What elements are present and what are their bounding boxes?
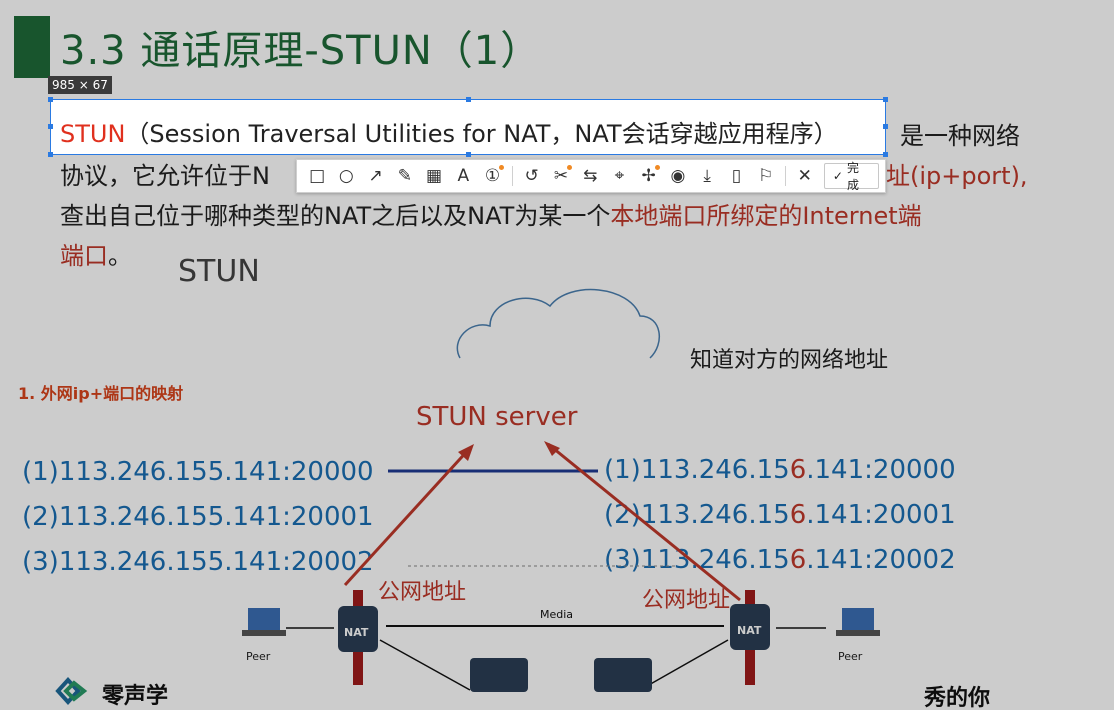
rectangle-icon[interactable]: □	[303, 162, 331, 190]
resize-handle-t[interactable]	[466, 97, 471, 102]
undo-icon[interactable]: ↺	[518, 162, 546, 190]
brand-name: 零声学	[102, 684, 169, 709]
bookmark-icon[interactable]: ⚐	[751, 162, 779, 190]
selection-size-badge: 985 × 67	[48, 76, 112, 94]
new-feature-dot	[654, 165, 660, 170]
resize-handle-br[interactable]	[883, 152, 888, 157]
peer-label-right: Peer	[838, 650, 863, 663]
pen-icon[interactable]: ✎	[391, 162, 419, 190]
footer-right-text: 秀的你	[924, 686, 991, 711]
record-icon[interactable]: ◉	[664, 162, 692, 190]
toolbar-separator	[511, 166, 513, 186]
resize-handle-bl[interactable]	[48, 152, 53, 157]
new-feature-dot	[567, 165, 573, 170]
number-icon[interactable]: ①	[478, 162, 506, 190]
peer-label-left: Peer	[246, 650, 271, 663]
translate-icon[interactable]: ⇆	[576, 162, 604, 190]
resize-handle-b[interactable]	[466, 152, 471, 157]
mosaic-icon[interactable]: ▦	[420, 162, 448, 190]
download-icon[interactable]: ⤓	[693, 162, 721, 190]
resize-handle-l[interactable]	[48, 124, 53, 129]
brand-logo-icon	[48, 676, 88, 706]
resize-handle-tl[interactable]	[48, 97, 53, 102]
pin-icon-glyph: ✢	[641, 166, 656, 186]
text-icon[interactable]: A	[449, 162, 477, 190]
new-feature-dot	[498, 165, 504, 170]
media-label: Media	[540, 608, 574, 621]
resize-handle-tr[interactable]	[883, 97, 888, 102]
nat-label-right: NAT	[737, 624, 762, 637]
resize-handle-r[interactable]	[883, 124, 888, 129]
screenshot-toolbar: □ ○ ↗ ✎ ▦ A ① ↺ ✂ ⇆ ⌖ ✢ ◉ ⤓ ▯ ⚐ ✕ ✓ 完成	[296, 159, 886, 193]
check-icon: ✓	[832, 169, 843, 183]
selected-text: STUN（Session Traversal Utilities for NAT…	[60, 114, 838, 149]
arrow-icon[interactable]: ↗	[361, 162, 389, 190]
pin-icon[interactable]: ✢	[635, 162, 663, 190]
done-label: 完成	[846, 161, 859, 192]
toolbar-separator	[784, 166, 786, 186]
public-addr-right: 公网地址	[642, 588, 731, 613]
nat-label-left: NAT	[344, 626, 369, 639]
selection-region[interactable]: STUN（Session Traversal Utilities for NAT…	[48, 97, 888, 157]
phone-icon[interactable]: ▯	[722, 162, 750, 190]
selected-text-stun: STUN	[60, 120, 126, 148]
selected-text-rest: （Session Traversal Utilities for NAT，NAT…	[125, 120, 838, 148]
done-button[interactable]: ✓ 完成	[823, 161, 879, 192]
number-icon-glyph: ①	[484, 166, 501, 186]
extract-icon-glyph: ✂	[553, 166, 569, 186]
ellipse-icon[interactable]: ○	[332, 162, 360, 190]
public-addr-left: 公网地址	[378, 580, 467, 605]
close-icon[interactable]: ✕	[791, 162, 819, 190]
scan-icon[interactable]: ⌖	[605, 162, 633, 190]
extract-icon[interactable]: ✂	[547, 162, 575, 190]
